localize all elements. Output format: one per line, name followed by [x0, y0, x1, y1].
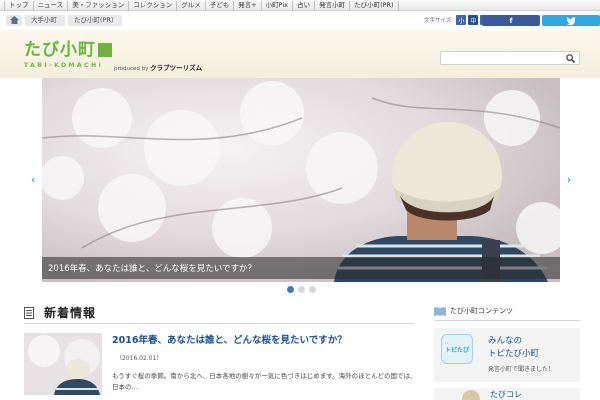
- logo-text: たび小町: [24, 40, 96, 60]
- produced-by-label: produced by: [114, 66, 149, 72]
- produced-by: produced by クラブツーリズム: [114, 62, 202, 72]
- slider-dot-1[interactable]: [287, 286, 294, 293]
- search-icon[interactable]: [566, 54, 575, 63]
- producer-name: クラブツーリズム: [150, 64, 203, 72]
- font-size-medium-button[interactable]: 中: [468, 15, 479, 25]
- hero-caption[interactable]: 2016年春、あなたは誰と、どんな桜を見たいですか？: [42, 257, 560, 279]
- logo-subtitle: TABI-KOMACHI: [24, 62, 104, 69]
- side-heading: たび小町コンテンツ: [434, 306, 513, 316]
- article-date: （2016.02.01）: [116, 355, 163, 362]
- topitabi-title-line2[interactable]: トピたび小町: [488, 347, 539, 359]
- slider-prev-button[interactable]: ‹: [24, 78, 42, 282]
- nav-item-6[interactable]: 発言+: [234, 0, 262, 10]
- facebook-icon: f: [509, 16, 513, 25]
- hero-image[interactable]: [42, 78, 560, 282]
- news-heading: 新着情報: [24, 304, 96, 321]
- nav-item-2[interactable]: 美・ファッション: [68, 0, 130, 10]
- article-title-link[interactable]: 2016年春、あなたは誰と、どんな桜を見たいですか？: [112, 332, 347, 346]
- news-heading-title: 新着情報: [44, 306, 97, 320]
- book-icon: [434, 306, 446, 316]
- article-excerpt: もうすぐ桜の季節。南から北へ、日本各地の樹々が一気に色づきはじめます。海外のほと…: [112, 372, 417, 391]
- search-input[interactable]: [441, 59, 559, 72]
- side-divider: [434, 320, 580, 321]
- logo-mark-icon: [98, 43, 112, 57]
- nav-item-8[interactable]: 占い: [293, 0, 316, 10]
- breadcrumb-item-otemachi[interactable]: 大手小町: [25, 14, 65, 26]
- nav-item-4[interactable]: グルメ: [177, 0, 206, 10]
- news-divider: [24, 323, 414, 324]
- facebook-share-button[interactable]: f: [482, 15, 540, 26]
- top-nav: トップ ニュース 美・ファッション コレクション グルメ 子ども 発言+ 小町Pix 占い 発言小…: [0, 0, 600, 11]
- nav-item-5[interactable]: 子ども: [206, 0, 235, 10]
- breadcrumb-item-tabikomachi[interactable]: たび小町(PR): [68, 14, 122, 26]
- font-size-control: 文字サイズ 小 中 大: [424, 15, 491, 25]
- font-size-small-button[interactable]: 小: [456, 15, 467, 25]
- topitabi-title-line1[interactable]: みんなの: [488, 334, 522, 346]
- nav-item-0[interactable]: トップ: [4, 0, 34, 10]
- slider-dot-2[interactable]: [298, 286, 305, 293]
- nav-item-10[interactable]: たび小町(PR): [350, 0, 399, 10]
- slider-dot-3[interactable]: [309, 286, 316, 293]
- side-heading-title: たび小町コンテンツ: [450, 307, 513, 315]
- search-field[interactable]: [440, 51, 580, 72]
- topitabi-subtitle: 発言小町で聞きました！: [488, 366, 555, 373]
- site-logo[interactable]: たび小町: [24, 41, 112, 59]
- nav-item-7[interactable]: 小町Pix: [262, 0, 294, 10]
- twitter-icon: [566, 16, 576, 25]
- site-header: たび小町 TABI-KOMACHI produced by クラブツーリズム: [0, 30, 600, 78]
- twitter-share-button[interactable]: [542, 15, 600, 26]
- tabicolle-title[interactable]: たびコレ: [490, 389, 522, 400]
- breadcrumb: 大手小町 たび小町(PR): [6, 14, 125, 26]
- document-icon: [24, 306, 34, 319]
- tabicolle-card[interactable]: たびコレ: [434, 388, 580, 400]
- nav-item-3[interactable]: コレクション: [129, 0, 178, 10]
- slider-next-button[interactable]: ›: [560, 78, 578, 282]
- topitabi-icon: トピたび: [441, 334, 473, 364]
- home-icon[interactable]: [6, 14, 22, 26]
- article-thumbnail[interactable]: [24, 333, 102, 395]
- nav-item-1[interactable]: ニュース: [34, 0, 69, 10]
- avatar: [462, 390, 480, 400]
- nav-item-9[interactable]: 発言小町: [315, 0, 351, 10]
- slider-pagination: [287, 286, 316, 293]
- font-size-label: 文字サイズ: [424, 18, 452, 24]
